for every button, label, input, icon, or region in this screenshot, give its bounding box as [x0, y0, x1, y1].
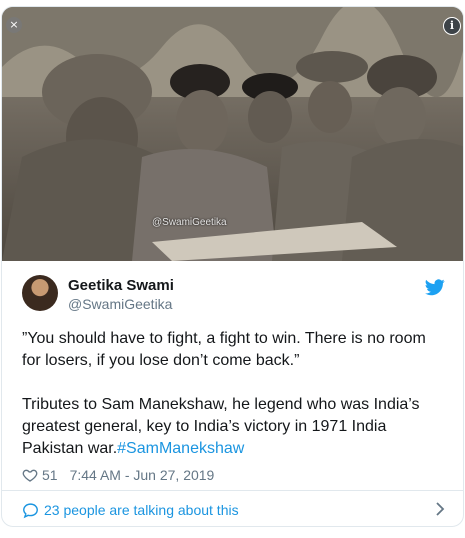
tweet-author[interactable]: Geetika Swami @SwamiGeetika [22, 275, 447, 315]
talking-count-label[interactable]: 23 people are talking about this [44, 502, 239, 518]
chevron-right-icon[interactable] [435, 502, 445, 516]
tweet-text: ”You should have to fight, a fight to wi… [22, 328, 447, 460]
tweet-meta: 51 7:44 AM - Jun 27, 2019 [22, 466, 214, 484]
avatar[interactable] [22, 275, 58, 311]
hashtag-link[interactable]: #SamManekshaw [117, 440, 244, 457]
info-icon[interactable]: i [443, 17, 461, 35]
embedded-tweet-card: × i @SwamiGeetika Geetika Swami @SwamiGe… [1, 6, 464, 527]
divider [2, 490, 463, 491]
tweet-timestamp[interactable]: 7:44 AM - Jun 27, 2019 [70, 467, 215, 483]
photo-illustration [2, 7, 463, 261]
tweet-body: ”You should have to fight, a fight to wi… [22, 330, 426, 457]
close-icon[interactable]: × [6, 17, 22, 33]
author-handle[interactable]: @SwamiGeetika [68, 296, 172, 312]
photo-watermark: @SwamiGeetika [152, 217, 227, 228]
heart-icon[interactable] [22, 467, 38, 483]
like-count[interactable]: 51 [42, 467, 58, 483]
tweet-photo[interactable]: × i @SwamiGeetika [2, 7, 463, 261]
conversation-link[interactable]: 23 people are talking about this [22, 499, 447, 521]
twitter-bird-icon[interactable] [425, 279, 445, 296]
author-name[interactable]: Geetika Swami [68, 277, 174, 294]
speech-bubble-icon [23, 502, 38, 518]
